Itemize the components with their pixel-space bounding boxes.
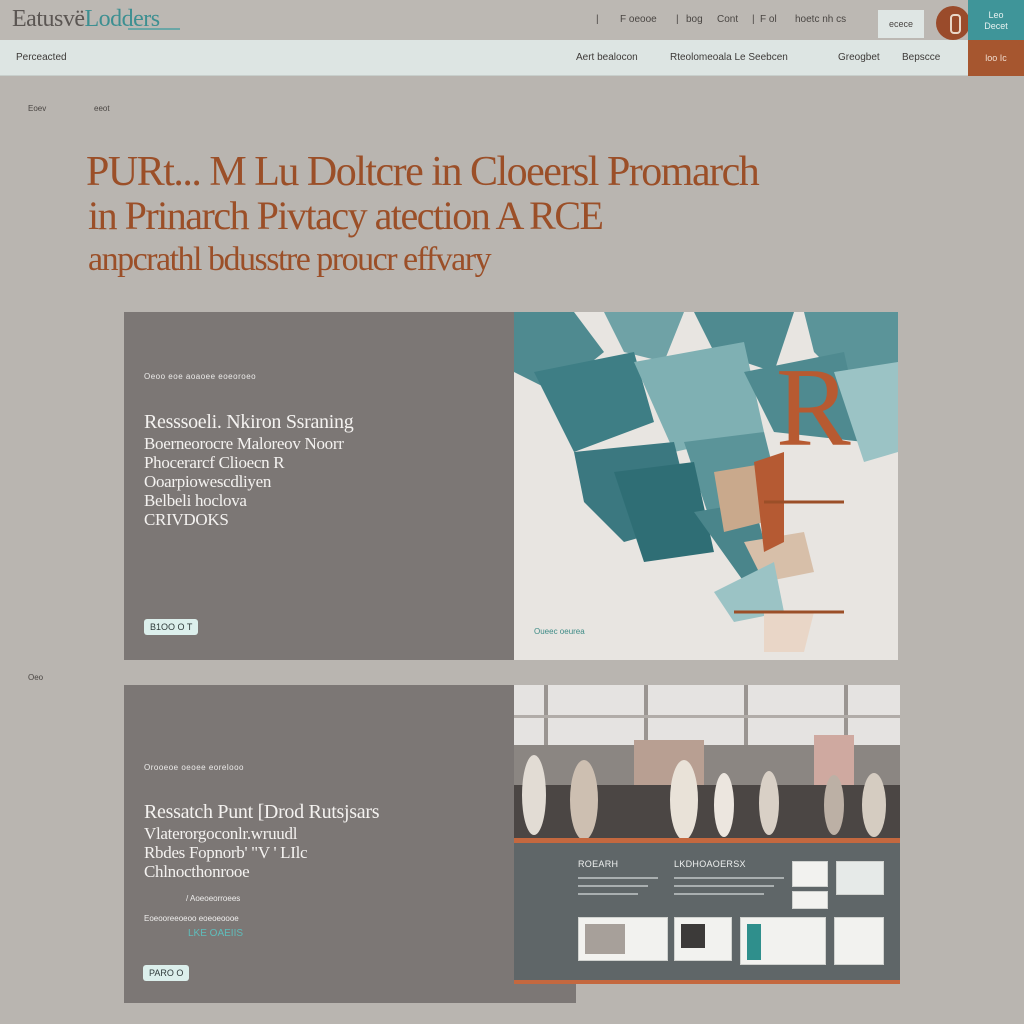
card-2-small-text: / Aoeoeorroees [186, 894, 241, 903]
top-nav-link-2[interactable]: bog [686, 14, 703, 25]
card-1-line: Boerneorocre Maloreov Noorr [144, 434, 344, 453]
hero-title-line-1: PURt... M Lu Doltcre in Cloeersl Promarc… [86, 149, 760, 195]
top-action-box[interactable]: ecece [878, 10, 924, 38]
secondary-nav-bar: Perceacted Aert bealocon Rteolomeoala Le… [0, 40, 1024, 76]
image-placeholder [681, 924, 705, 948]
nav-separator: | [596, 14, 599, 25]
breadcrumb-item-1[interactable]: Eoev [28, 104, 46, 113]
panel-title-2: LKDHOAOERSX [674, 859, 746, 869]
card-2-line: Rbdes Fopnorb' "V ' LIlc [144, 843, 308, 862]
hero-title-line-3: anpcrathl bdusstre proucr effvary [88, 241, 492, 278]
section-side-label: Oeo [28, 673, 44, 682]
card-1-art-caption: Oueec oeurea [534, 627, 585, 636]
card-1-line: CRIVDOKS [144, 510, 229, 529]
card-2-photo [514, 685, 900, 840]
card-1-illustration: R Oueec oeurea [514, 312, 898, 660]
image-placeholder [585, 924, 625, 954]
section-brand[interactable]: Perceacted [16, 52, 67, 63]
panel-title-1: ROEARH [578, 859, 619, 869]
primary-action-button[interactable]: Leo Decet [968, 0, 1024, 42]
card-1-line: Belbeli hoclova [144, 491, 247, 510]
sub-nav-link-4[interactable]: Bepscce [902, 52, 940, 63]
panel-text-line [674, 885, 774, 887]
nav-separator: | [676, 14, 679, 25]
card-2-text: Ressatch Punt [Drod Rutsjsars Vlaterorgo… [144, 800, 379, 881]
card-1-line: Ooarpiowescdliyen [144, 472, 272, 491]
panel-thumbnail[interactable] [836, 861, 884, 895]
top-nav-link-5[interactable]: hoetc nh cs [795, 14, 846, 25]
top-nav-link-1[interactable]: F oeooe [620, 14, 657, 25]
panel-text-line [674, 893, 764, 895]
secondary-action-button[interactable]: loo Ic [968, 40, 1024, 76]
top-nav-link-4[interactable]: F ol [760, 14, 777, 25]
sub-nav-link-3[interactable]: Greogbet [838, 52, 880, 63]
card-1-text: Resssoeli. Nkiron Ssraning Boerneorocre … [144, 410, 354, 529]
panel-image-card[interactable] [834, 917, 884, 965]
top-bar: EatusvëLodders | F oeooe | bog Cont | F … [0, 0, 1024, 40]
panel-text-line [674, 877, 784, 879]
logo-underline [128, 28, 180, 30]
card-2-line: Ressatch Punt [Drod Rutsjsars [144, 801, 380, 823]
art-letter: R [776, 346, 851, 470]
card-2-kicker: Orooeoe oeoee eorelooo [144, 763, 244, 772]
panel-thumbnail[interactable] [792, 861, 828, 887]
panel-image-card[interactable] [674, 917, 732, 961]
sub-nav-link-1[interactable]: Aert bealocon [576, 52, 638, 63]
primary-action-label-1: Leo [988, 10, 1004, 20]
panel-text-line [578, 893, 638, 895]
primary-action-label-2: Decet [984, 21, 1008, 31]
top-nav-link-3[interactable]: Cont [717, 14, 738, 25]
user-avatar[interactable] [936, 6, 970, 40]
card-2-line: Vlaterorgoconlr.wruudl [144, 824, 298, 843]
card-1-kicker: Oeoo eoe aoaoee eoeoroeo [144, 372, 257, 381]
panel-text-line [578, 885, 648, 887]
panel-thumbnail[interactable] [792, 891, 828, 909]
card-2-button[interactable]: PARO O [143, 965, 190, 981]
card-2-small-text-2: Eoeooreeoeoo eoeoeoooe [144, 914, 239, 923]
logo-text-primary: Eatusvë [12, 6, 85, 32]
panel-image-card[interactable] [740, 917, 826, 965]
showroom-photo [514, 685, 900, 840]
panel-accent-strip [514, 980, 900, 984]
hero-title-line-2: in Prinarch Pivtacy atection A RCE [88, 193, 604, 238]
card-1-line: Phocerarcf Clioecn R [144, 453, 285, 472]
panel-text-line [578, 877, 658, 879]
hero-title: PURt... M Lu Doltcre in Cloeersl Promarc… [86, 149, 760, 282]
sub-nav-link-2[interactable]: Rteolomeoala Le Seebcen [670, 52, 788, 63]
image-placeholder [747, 924, 761, 960]
card-1-button[interactable]: B1OO O T [144, 619, 199, 635]
panel-image-card[interactable] [578, 917, 668, 961]
card-2-line: Chlnocthonrooe [144, 862, 250, 881]
nav-separator: | [752, 14, 755, 25]
card-1-line: Resssoeli. Nkiron Ssraning [144, 411, 354, 433]
card-2-detail-panel: ROEARH LKDHOAOERSX [514, 843, 900, 980]
card-2-link[interactable]: LKE OAEIIS [188, 928, 243, 939]
breadcrumb-item-2[interactable]: eeot [94, 104, 110, 113]
